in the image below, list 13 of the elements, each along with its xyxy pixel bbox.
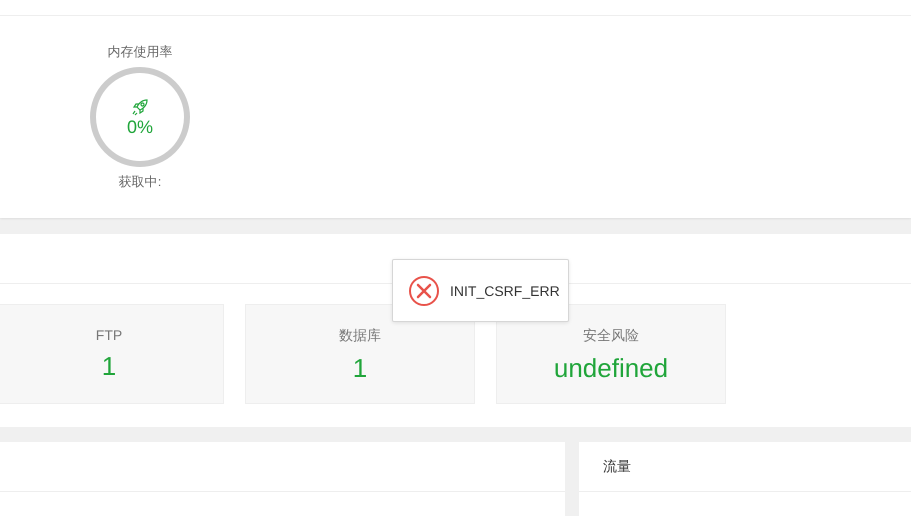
stat-value: 1 <box>352 353 368 384</box>
stat-value: 1 <box>102 351 116 382</box>
gauge-title: 内存使用率 <box>108 43 172 61</box>
gauge-value: 0% <box>126 116 153 138</box>
stat-label: 安全风险 <box>583 327 639 345</box>
stat-value: undefined <box>554 353 668 384</box>
panel-title: 流量 <box>603 458 631 476</box>
stat-label: 数据库 <box>339 327 381 345</box>
stat-label: FTP <box>96 327 122 343</box>
toast-message: INIT_CSRF_ERR <box>450 282 560 298</box>
error-icon <box>408 274 440 306</box>
rocket-icon <box>130 96 150 116</box>
gauge-status: 获取中: <box>118 173 162 191</box>
